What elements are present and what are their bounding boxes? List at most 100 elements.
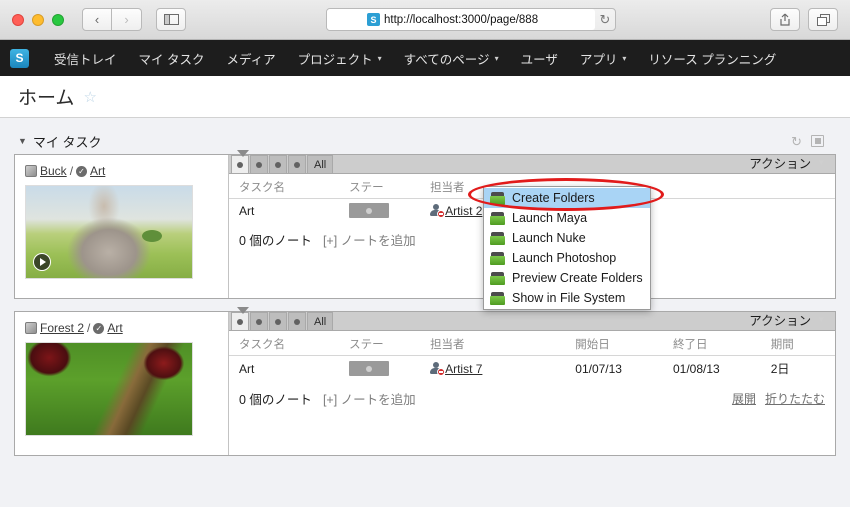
assignee-link[interactable]: Artist 2 — [445, 204, 482, 218]
cell-status[interactable] — [349, 199, 430, 223]
chevron-down-icon: ▾ — [377, 53, 382, 63]
sidebar-icon — [163, 14, 179, 25]
cell-task-name: Art — [239, 361, 255, 376]
menu-item-preview-create-folders[interactable]: Preview Create Folders — [484, 268, 650, 288]
share-button[interactable] — [770, 8, 800, 31]
action-dropdown-menu[interactable]: Create Folders Launch Maya Launch Nuke L… — [483, 186, 651, 310]
status-tab-1[interactable] — [231, 155, 249, 173]
status-tab-2[interactable] — [250, 155, 268, 173]
assignee: Artist 7 — [430, 362, 575, 376]
dropdown-pointer-icon — [237, 150, 249, 157]
status-tab-all[interactable]: All — [307, 312, 334, 330]
app-logo-icon[interactable]: S — [10, 48, 29, 68]
browser-right-buttons — [770, 8, 838, 31]
app-box-icon — [490, 231, 505, 245]
section-title: マイ タスク — [32, 134, 102, 150]
play-button-icon[interactable] — [33, 253, 51, 271]
nav-item-media[interactable]: メディア — [216, 49, 287, 68]
chevron-down-icon: ▼ — [817, 158, 825, 167]
add-note-button[interactable]: [+] ノートを追加 — [323, 389, 416, 408]
nav-item-my-tasks[interactable]: マイ タスク — [128, 49, 216, 68]
menu-item-create-folders[interactable]: Create Folders — [484, 188, 650, 208]
menu-item-label: Launch Maya — [512, 211, 588, 225]
assignee-link[interactable]: Artist 7 — [445, 362, 482, 376]
menu-item-launch-maya[interactable]: Launch Maya — [484, 208, 650, 228]
forward-button[interactable]: › — [112, 8, 142, 31]
menu-item-label: Preview Create Folders — [512, 271, 643, 285]
chevron-down-icon: ▾ — [494, 53, 499, 63]
page-title: ホーム — [18, 88, 75, 109]
expand-button[interactable]: 展開 — [732, 390, 756, 407]
status-tabstrip: All アクション ▼ — [229, 150, 835, 174]
cell-task-name: Art — [239, 203, 255, 218]
url-text: http://localhost:3000/page/888 — [384, 13, 539, 26]
breadcrumb-task-link[interactable]: Art — [90, 164, 105, 178]
status-tab-3[interactable] — [269, 312, 287, 330]
collapse-triangle-icon[interactable]: ▼ — [18, 136, 27, 146]
sidebar-toggle-button[interactable] — [156, 8, 186, 31]
nav-item-all-pages[interactable]: すべてのページ ▾ — [393, 49, 510, 68]
menu-item-show-in-file-system[interactable]: Show in File System — [484, 288, 650, 308]
layout-icon[interactable] — [811, 134, 824, 147]
share-icon — [780, 13, 790, 26]
nav-label: ユーザ — [520, 52, 558, 67]
table-row[interactable]: Art Artist 7 01/07/13 01/08/13 2日 — [229, 356, 835, 382]
maximize-window-button[interactable] — [52, 13, 64, 26]
collapse-button[interactable]: 折りたたむ — [765, 390, 825, 407]
breadcrumb-task-link[interactable]: Art — [107, 321, 122, 335]
close-window-button[interactable] — [12, 13, 24, 26]
thumbnail-image[interactable] — [25, 185, 193, 279]
status-tab-2[interactable] — [250, 312, 268, 330]
status-tab-3[interactable] — [269, 155, 287, 173]
col-status: ステー — [349, 331, 431, 356]
show-tabs-button[interactable] — [808, 8, 838, 31]
status-tab-4[interactable] — [288, 155, 306, 173]
favorite-star-icon[interactable]: ☆ — [83, 88, 96, 106]
navigation-buttons: ‹ › — [82, 8, 142, 31]
nav-item-users[interactable]: ユーザ — [510, 49, 569, 68]
menu-item-launch-photoshop[interactable]: Launch Photoshop — [484, 248, 650, 268]
nav-label: マイ タスク — [138, 52, 205, 67]
reload-button[interactable]: ↻ — [595, 12, 615, 28]
minimize-window-button[interactable] — [32, 13, 44, 26]
address-bar[interactable]: S http://localhost:3000/page/888 ↻ — [326, 8, 616, 31]
status-tab-all[interactable]: All — [307, 155, 334, 173]
breadcrumb-project-link[interactable]: Forest 2 — [40, 321, 84, 335]
nav-item-projects[interactable]: プロジェクト ▾ — [287, 49, 393, 68]
urlbar-wrapper: S http://localhost:3000/page/888 ↻ — [186, 8, 756, 31]
notes-count: 0 個のノート — [239, 234, 312, 248]
cube-icon — [25, 165, 37, 177]
check-circle-icon: ✓ — [76, 165, 88, 177]
back-button[interactable]: ‹ — [82, 8, 112, 31]
menu-item-launch-nuke[interactable]: Launch Nuke — [484, 228, 650, 248]
col-task-name: タスク名 — [229, 174, 350, 199]
status-pill — [349, 361, 390, 376]
card-detail-panel: All アクション ▼ タスク名 ステー 担当者 開始日 終了日 期間 Art … — [229, 307, 835, 455]
window-controls — [12, 13, 64, 26]
status-tab-1[interactable] — [231, 312, 249, 330]
breadcrumb-project-link[interactable]: Buck — [40, 164, 67, 178]
thumbnail-image[interactable] — [25, 342, 193, 436]
app-navbar: S 受信トレイ マイ タスク メディア プロジェクト ▾ すべてのページ ▾ ユーザ… — [0, 40, 850, 76]
chevron-right-icon: › — [124, 12, 129, 27]
action-menu-label: アクション — [749, 314, 812, 328]
refresh-icon[interactable]: ↻ — [791, 135, 802, 148]
breadcrumb-separator: / — [69, 164, 74, 178]
url-input[interactable]: S http://localhost:3000/page/888 — [327, 9, 595, 30]
nav-item-apps[interactable]: アプリ ▾ — [569, 49, 638, 68]
cell-end-date — [673, 199, 771, 223]
add-note-button[interactable]: [+] ノートを追加 — [323, 230, 416, 249]
notes-count: 0 個のノート — [239, 393, 312, 407]
nav-item-inbox[interactable]: 受信トレイ — [43, 49, 128, 68]
site-favicon-icon: S — [367, 13, 380, 26]
nav-item-resource-planning[interactable]: リソース プランニング — [637, 49, 787, 68]
dropdown-pointer-icon — [237, 307, 249, 314]
action-menu-button[interactable]: アクション ▼ — [749, 310, 835, 330]
page-title-bar: ホーム ☆ — [0, 76, 850, 118]
cell-status[interactable] — [349, 356, 430, 382]
check-circle-icon: ✓ — [93, 322, 105, 334]
action-menu-button[interactable]: アクション ▼ — [749, 153, 835, 173]
status-tab-4[interactable] — [288, 312, 306, 330]
status-pill — [349, 203, 390, 218]
breadcrumb: Buck / ✓ Art — [25, 164, 218, 178]
